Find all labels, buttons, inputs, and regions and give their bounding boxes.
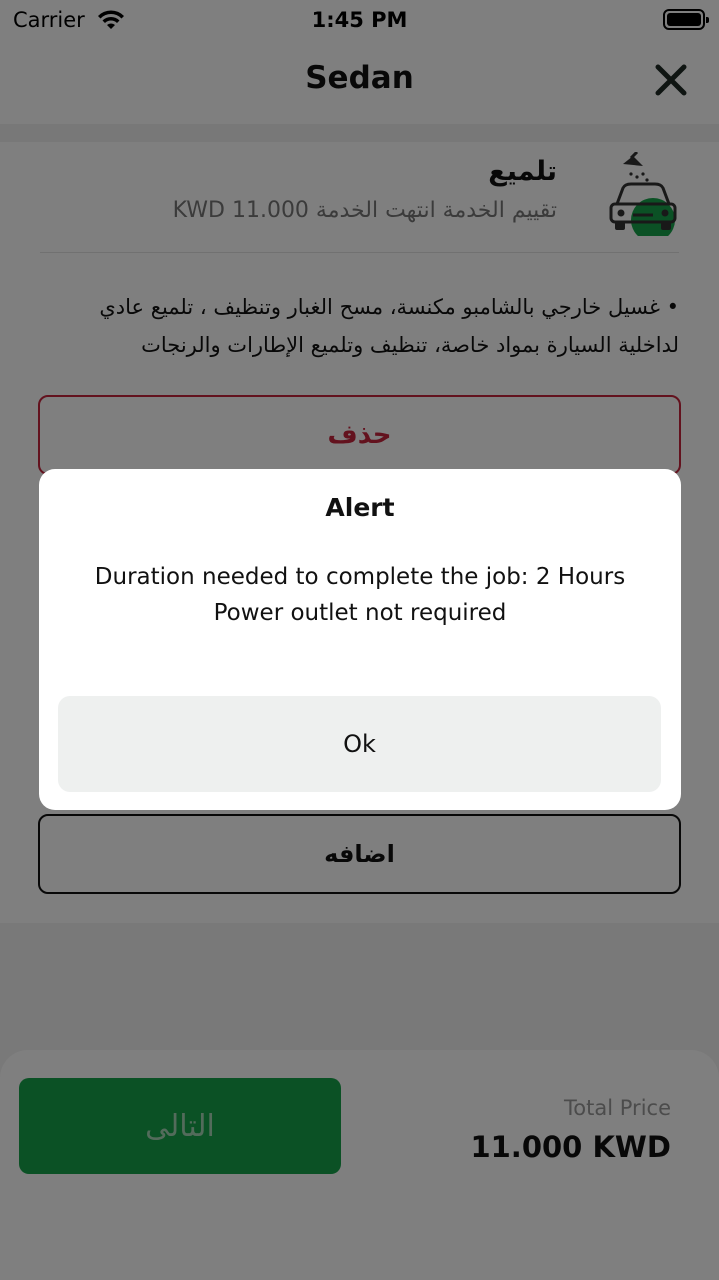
alert-message-line-2: Power outlet not required bbox=[213, 600, 507, 626]
alert-message: Duration needed to complete the job: 2 H… bbox=[39, 559, 681, 631]
ok-button[interactable]: Ok bbox=[58, 696, 661, 792]
alert-dialog: Alert Duration needed to complete the jo… bbox=[39, 469, 681, 810]
alert-title: Alert bbox=[325, 493, 395, 522]
alert-message-line-1: Duration needed to complete the job: 2 H… bbox=[94, 564, 626, 590]
